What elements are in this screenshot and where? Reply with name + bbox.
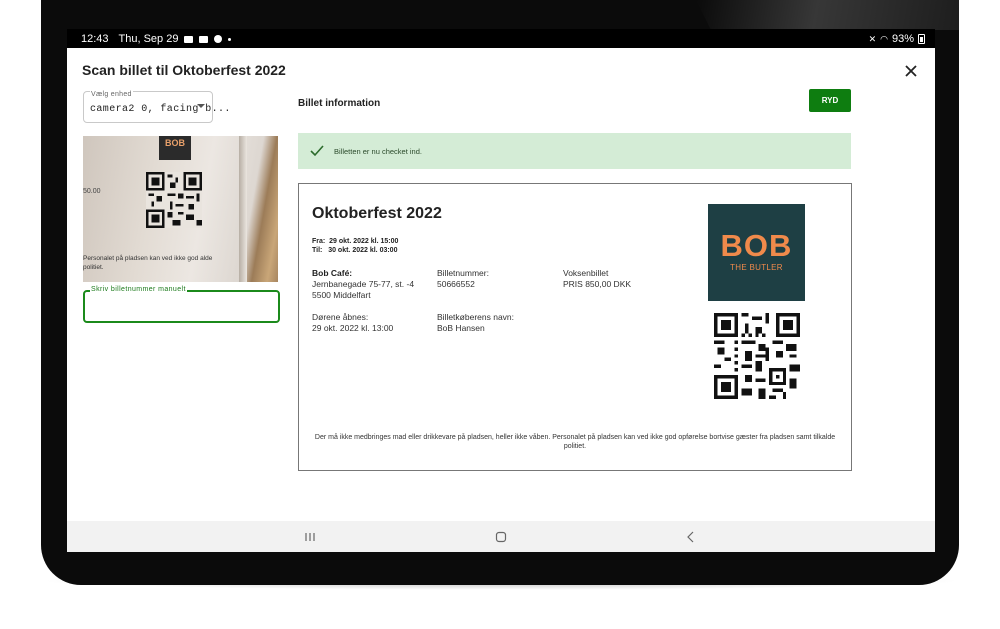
doors-block: Dørene åbnes: 29 okt. 2022 kl. 13:00 xyxy=(312,312,393,334)
dialog-title: Scan billet til Oktoberfest 2022 xyxy=(82,62,286,78)
venue-block: Bob Café: Jernbanegade 75-77, st. -4 550… xyxy=(312,268,414,301)
ticket-number-label: Billetnummer: xyxy=(437,268,489,278)
close-icon[interactable] xyxy=(903,63,919,79)
venue-logo: BOB THE BUTLER xyxy=(708,204,805,301)
manual-ticket-input[interactable]: Skriv billetnummer manuelt xyxy=(83,286,280,323)
check-icon xyxy=(310,145,324,157)
ticket-card: Oktoberfest 2022 Fra: 29 okt. 2022 kl. 1… xyxy=(298,183,852,471)
home-icon[interactable] xyxy=(494,530,508,544)
device-select-label: Vælg enhed xyxy=(90,91,133,98)
logo-sub-text: THE BUTLER xyxy=(730,263,783,272)
event-dates: Fra: 29 okt. 2022 kl. 15:00 Til: 30 okt.… xyxy=(312,237,398,255)
event-title: Oktoberfest 2022 xyxy=(312,205,442,222)
ticket-type: Voksenbillet xyxy=(563,268,609,278)
clear-button[interactable]: RYD xyxy=(809,89,851,112)
camera-paper-edge xyxy=(239,136,247,282)
ticket-qr-code xyxy=(714,313,800,399)
chevron-down-icon xyxy=(197,104,205,108)
settings-icon xyxy=(214,35,223,43)
logo-main-text: BOB xyxy=(720,228,793,263)
battery-level: 93% xyxy=(891,33,914,45)
buyer-name: BoB Hansen xyxy=(437,323,485,333)
camera-preview: BOB 50.00 Personalet på pladsen kan ved … xyxy=(83,136,278,282)
camera-qr-code xyxy=(146,172,202,228)
mute-icon: ✕ xyxy=(868,33,877,44)
recents-icon[interactable] xyxy=(303,530,317,544)
more-dot-icon xyxy=(228,37,232,41)
ticket-price: PRIS 850,00 DKK xyxy=(563,279,632,289)
buyer-block: Billetkøberens navn: BoB Hansen xyxy=(437,312,514,334)
back-icon[interactable] xyxy=(684,530,698,544)
ticket-type-block: Voksenbillet PRIS 850,00 DKK xyxy=(563,268,631,290)
camera-price-fragment: 50.00 xyxy=(83,188,101,195)
venue-address-line2: 5500 Middelfart xyxy=(312,290,371,300)
venue-name: Bob Café: xyxy=(312,268,353,278)
scan-dialog: Scan billet til Oktoberfest 2022 Vælg en… xyxy=(67,48,935,521)
venue-address-line1: Jernbanegade 75-77, st. -4 xyxy=(312,279,415,289)
frame-glare xyxy=(696,0,996,30)
alert-message: Billetten er nu checket ind. xyxy=(334,147,422,156)
tablet-screen: 12:43 Thu, Sep 29 ✕ ◠ 93% Scan billet ti… xyxy=(67,29,935,552)
image-icon xyxy=(199,35,209,43)
wifi-icon: ◠ xyxy=(880,33,888,44)
event-from: Fra: 29 okt. 2022 kl. 15:00 xyxy=(312,238,399,245)
ticket-number-block: Billetnummer: 50666552 xyxy=(437,268,489,290)
video-icon xyxy=(184,35,194,43)
ticket-info-heading: Billet information xyxy=(298,98,381,109)
ticket-number: 50666552 xyxy=(437,279,475,289)
event-to: Til: 30 okt. 2022 kl. 03:00 xyxy=(312,247,398,254)
status-time: 12:43 xyxy=(81,33,109,45)
status-bar: 12:43 Thu, Sep 29 ✕ ◠ 93% xyxy=(67,29,935,48)
camera-text-fragment: Personalet på pladsen kan ved ikke god a… xyxy=(83,255,213,271)
doors-time: 29 okt. 2022 kl. 13:00 xyxy=(312,323,394,333)
camera-logo: BOB xyxy=(159,136,191,160)
checkin-success-alert: Billetten er nu checket ind. xyxy=(298,133,851,169)
buyer-label: Billetkøberens navn: xyxy=(437,312,515,322)
battery-icon xyxy=(918,34,925,44)
ticket-terms: Der må ikke medbringes mad eller drikkev… xyxy=(314,434,836,450)
device-select[interactable]: Vælg enhed camera2 0, facing b... xyxy=(83,91,230,123)
device-select-value: camera2 0, facing b... xyxy=(90,104,231,115)
doors-label: Dørene åbnes: xyxy=(312,312,369,322)
status-date: Thu, Sep 29 xyxy=(118,33,179,45)
system-nav-bar xyxy=(67,521,935,552)
manual-input-label: Skriv billetnummer manuelt xyxy=(90,286,187,293)
